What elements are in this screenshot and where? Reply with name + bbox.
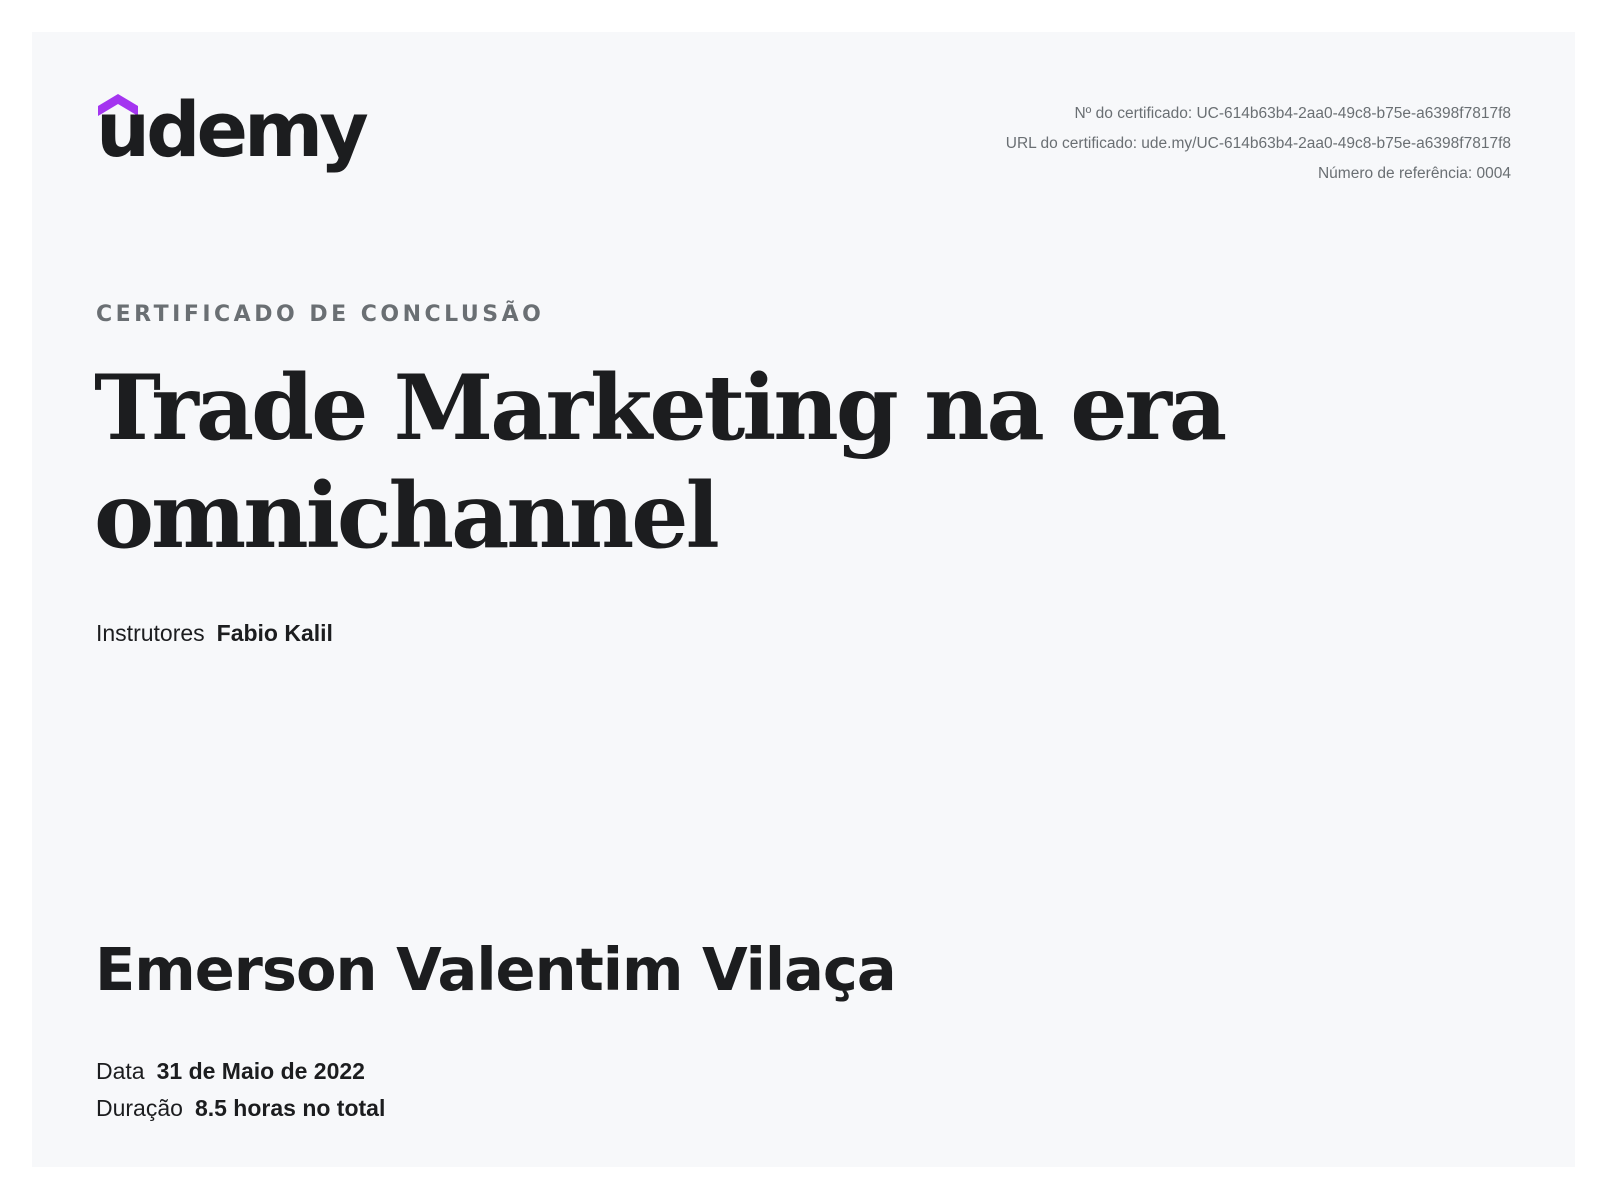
- certificate-card: udemy Nº do certificado: UC-614b63b4-2aa…: [32, 32, 1575, 1167]
- student-name: Emerson Valentim Vilaça: [95, 935, 897, 1004]
- date-row: Data 31 de Maio de 2022: [96, 1058, 365, 1085]
- date-value: 31 de Maio de 2022: [156, 1058, 365, 1084]
- udemy-wordmark: udemy: [96, 85, 369, 174]
- certificate-url: URL do certificado: ude.my/UC-614b63b4-2…: [1005, 135, 1511, 152]
- certificate-label: CERTIFICADO DE CONCLUSÃO: [96, 302, 545, 327]
- certificate-meta: Nº do certificado: UC-614b63b4-2aa0-49c8…: [1006, 99, 1511, 189]
- duration-value: 8.5 horas no total: [194, 1095, 386, 1121]
- instructors-value: Fabio Kalil: [216, 620, 333, 646]
- udemy-logo: udemy: [96, 85, 369, 194]
- certificate-number: Nº do certificado: UC-614b63b4-2aa0-49c8…: [1074, 105, 1511, 122]
- instructors-row: Instrutores Fabio Kalil: [96, 620, 333, 647]
- date-label: Data: [96, 1058, 145, 1084]
- duration-row: Duração 8.5 horas no total: [96, 1095, 385, 1122]
- course-title: Trade Marketing na era omnichannel: [94, 355, 1227, 569]
- duration-label: Duração: [96, 1095, 183, 1121]
- reference-number: Número de referência: 0004: [1317, 165, 1511, 182]
- instructors-label: Instrutores: [96, 620, 205, 646]
